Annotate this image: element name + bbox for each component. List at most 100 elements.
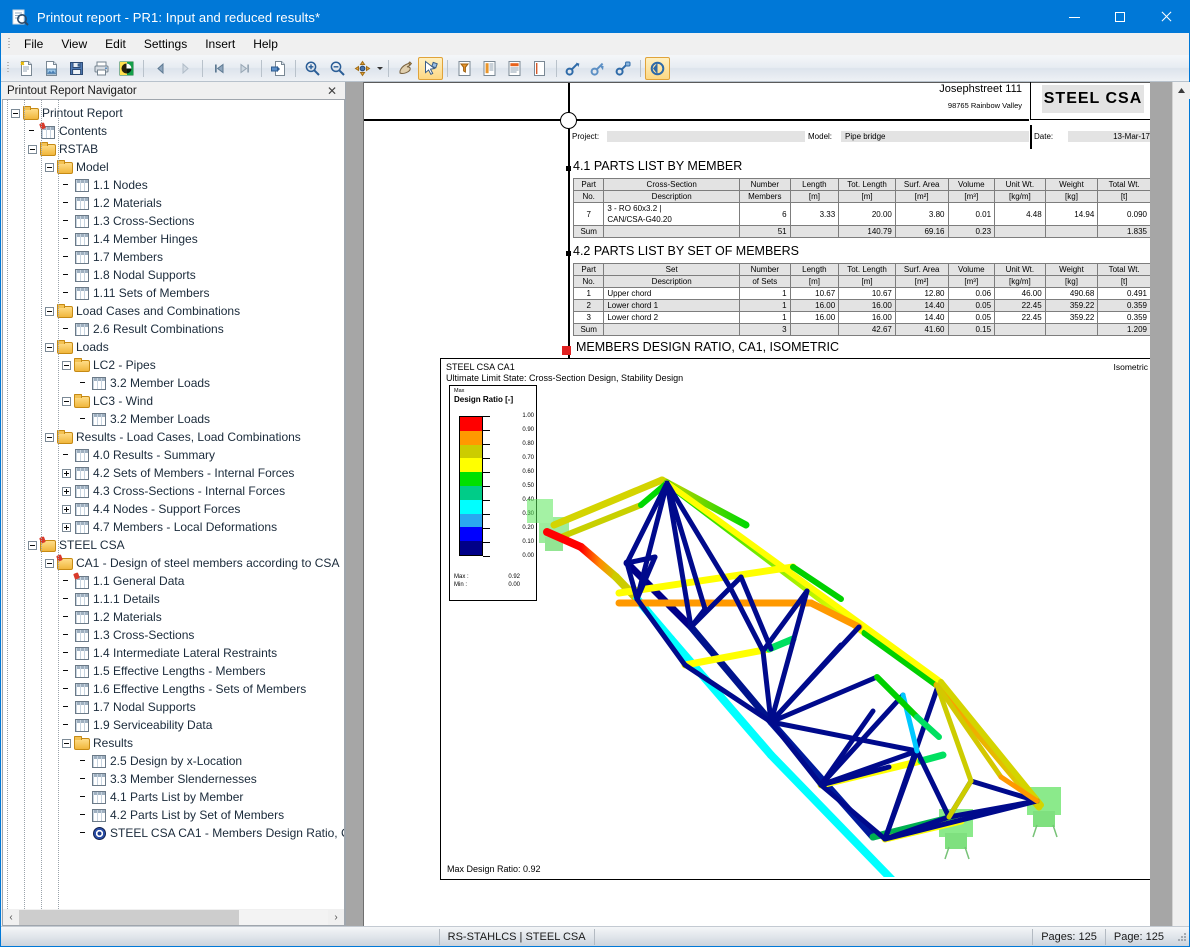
tree-item[interactable]: 1.1 General Data xyxy=(11,572,344,590)
tree-expander-icon[interactable] xyxy=(11,108,20,118)
tree-item[interactable]: 1.2 Materials xyxy=(11,608,344,626)
page-header-icon[interactable] xyxy=(477,57,502,80)
last-page-icon[interactable] xyxy=(232,57,257,80)
tree-item[interactable]: Loads xyxy=(11,338,344,356)
tree-item[interactable]: 1.1 Nodes xyxy=(11,176,344,194)
toolbar-drag-grip[interactable] xyxy=(5,61,12,75)
menu-drag-grip[interactable] xyxy=(6,37,13,51)
print-preview-icon[interactable] xyxy=(114,57,139,80)
tree-item[interactable]: STEEL CSA CA1 - Members Design Ratio, C xyxy=(11,824,344,842)
filter-icon[interactable] xyxy=(452,57,477,80)
close-button[interactable] xyxy=(1143,1,1189,33)
unlink-icon[interactable] xyxy=(586,57,611,80)
menu-edit[interactable]: Edit xyxy=(96,34,135,54)
close-icon[interactable]: ✕ xyxy=(323,84,341,98)
refresh-icon[interactable] xyxy=(645,56,670,80)
tree-expander-icon[interactable] xyxy=(45,558,54,568)
navigator-horizontal-scrollbar[interactable]: ‹ › xyxy=(2,909,345,926)
maximize-button[interactable] xyxy=(1097,1,1143,33)
model-field[interactable]: Pipe bridge xyxy=(841,131,1029,142)
blank-page-icon[interactable] xyxy=(527,57,552,80)
tree-item[interactable]: 4.4 Nodes - Support Forces xyxy=(11,500,344,518)
tree-item[interactable]: Results - Load Cases, Load Combinations xyxy=(11,428,344,446)
minimize-button[interactable] xyxy=(1051,1,1097,33)
date-field[interactable]: 13-Mar-17 xyxy=(1068,131,1150,142)
menu-file[interactable]: File xyxy=(15,34,52,54)
tree-item[interactable]: 2.6 Result Combinations xyxy=(11,320,344,338)
print-icon[interactable] xyxy=(89,57,114,80)
tree-item[interactable]: 1.7 Members xyxy=(11,248,344,266)
menu-help[interactable]: Help xyxy=(244,34,287,54)
tree-item[interactable]: 4.1 Parts List by Member xyxy=(11,788,344,806)
tree-item[interactable]: LC2 - Pipes xyxy=(11,356,344,374)
tree-item[interactable]: 3.3 Member Slendernesses xyxy=(11,770,344,788)
tree-item[interactable]: 1.5 Effective Lengths - Members xyxy=(11,662,344,680)
zoom-in-icon[interactable] xyxy=(300,57,325,80)
tree-item[interactable]: 1.11 Sets of Members xyxy=(11,284,344,302)
tree-item[interactable]: Results xyxy=(11,734,344,752)
tree-item[interactable]: 4.2 Parts List by Set of Members xyxy=(11,806,344,824)
tree-item[interactable]: 1.1.1 Details xyxy=(11,590,344,608)
save-icon[interactable] xyxy=(64,57,89,80)
tree-item[interactable]: Model xyxy=(11,158,344,176)
view-settings-dropdown-icon[interactable] xyxy=(375,57,384,80)
tree-item[interactable]: CA1 - Design of steel members according … xyxy=(11,554,344,572)
tree-item[interactable]: STEEL CSA xyxy=(11,536,344,554)
tree-item[interactable]: 1.7 Nodal Supports xyxy=(11,698,344,716)
tree-item[interactable]: 1.6 Effective Lengths - Sets of Members xyxy=(11,680,344,698)
menu-settings[interactable]: Settings xyxy=(135,34,196,54)
tree-expander-icon[interactable] xyxy=(62,486,71,496)
tree-item[interactable]: 2.5 Design by x-Location xyxy=(11,752,344,770)
tree-item[interactable]: 1.2 Materials xyxy=(11,194,344,212)
tree-item[interactable]: RSTAB xyxy=(11,140,344,158)
tree-item[interactable]: 3.2 Member Loads xyxy=(11,374,344,392)
tree-expander-icon[interactable] xyxy=(45,162,54,172)
first-page-icon[interactable] xyxy=(207,57,232,80)
previous-icon[interactable] xyxy=(148,57,173,80)
tree-expander-icon[interactable] xyxy=(62,522,71,532)
members-design-ratio-figure[interactable]: STEEL CSA CA1 Ultimate Limit State: Cros… xyxy=(440,358,1150,880)
tree-expander-icon[interactable] xyxy=(62,468,71,478)
link-icon[interactable] xyxy=(561,57,586,80)
tree-expander-icon[interactable] xyxy=(62,396,71,406)
new-report-icon[interactable] xyxy=(14,57,39,80)
page-content-icon[interactable] xyxy=(502,57,527,80)
lock-icon[interactable] xyxy=(611,57,636,80)
tree-expander-icon[interactable] xyxy=(62,738,71,748)
tree-item[interactable]: 1.4 Member Hinges xyxy=(11,230,344,248)
tree-item[interactable]: 1.4 Intermediate Lateral Restraints xyxy=(11,644,344,662)
tree-item[interactable]: 4.0 Results - Summary xyxy=(11,446,344,464)
menu-view[interactable]: View xyxy=(52,34,96,54)
tree-expander-icon[interactable] xyxy=(28,540,37,550)
tree-item[interactable]: 3.2 Member Loads xyxy=(11,410,344,428)
tree-expander-icon[interactable] xyxy=(45,432,54,442)
tree-item[interactable]: 4.3 Cross-Sections - Internal Forces xyxy=(11,482,344,500)
tree-item[interactable]: 4.7 Members - Local Deformations xyxy=(11,518,344,536)
truss-model-3d-view[interactable] xyxy=(441,377,1150,877)
open-report-icon[interactable] xyxy=(39,57,64,80)
scroll-left-icon[interactable]: ‹ xyxy=(3,910,19,925)
tree-item[interactable]: Contents xyxy=(11,122,344,140)
tree-item[interactable]: 1.3 Cross-Sections xyxy=(11,212,344,230)
resize-grip[interactable] xyxy=(1175,930,1189,944)
tree-item[interactable]: Printout Report xyxy=(11,104,344,122)
next-icon[interactable] xyxy=(173,57,198,80)
tree-item[interactable]: 4.2 Sets of Members - Internal Forces xyxy=(11,464,344,482)
document-scroll-area[interactable]: Josephstreet 111 98765 Rainbow Valley ST… xyxy=(364,82,1150,926)
scroll-thumb[interactable] xyxy=(19,909,239,925)
project-field[interactable] xyxy=(607,131,805,142)
view-settings-icon[interactable] xyxy=(350,57,375,80)
tree-item[interactable]: 1.9 Serviceability Data xyxy=(11,716,344,734)
scroll-right-icon[interactable]: › xyxy=(328,910,344,925)
pan-hand-icon[interactable] xyxy=(393,57,418,80)
export-icon[interactable] xyxy=(266,57,291,80)
menu-insert[interactable]: Insert xyxy=(196,34,244,54)
scroll-up-icon[interactable] xyxy=(1172,82,1190,99)
scroll-track[interactable] xyxy=(19,909,328,925)
tree-expander-icon[interactable] xyxy=(62,360,71,370)
tree-expander-icon[interactable] xyxy=(45,306,54,316)
zoom-out-icon[interactable] xyxy=(325,57,350,80)
tree-expander-icon[interactable] xyxy=(45,342,54,352)
select-arrow-icon[interactable] xyxy=(418,56,443,80)
tree-item[interactable]: 1.8 Nodal Supports xyxy=(11,266,344,284)
